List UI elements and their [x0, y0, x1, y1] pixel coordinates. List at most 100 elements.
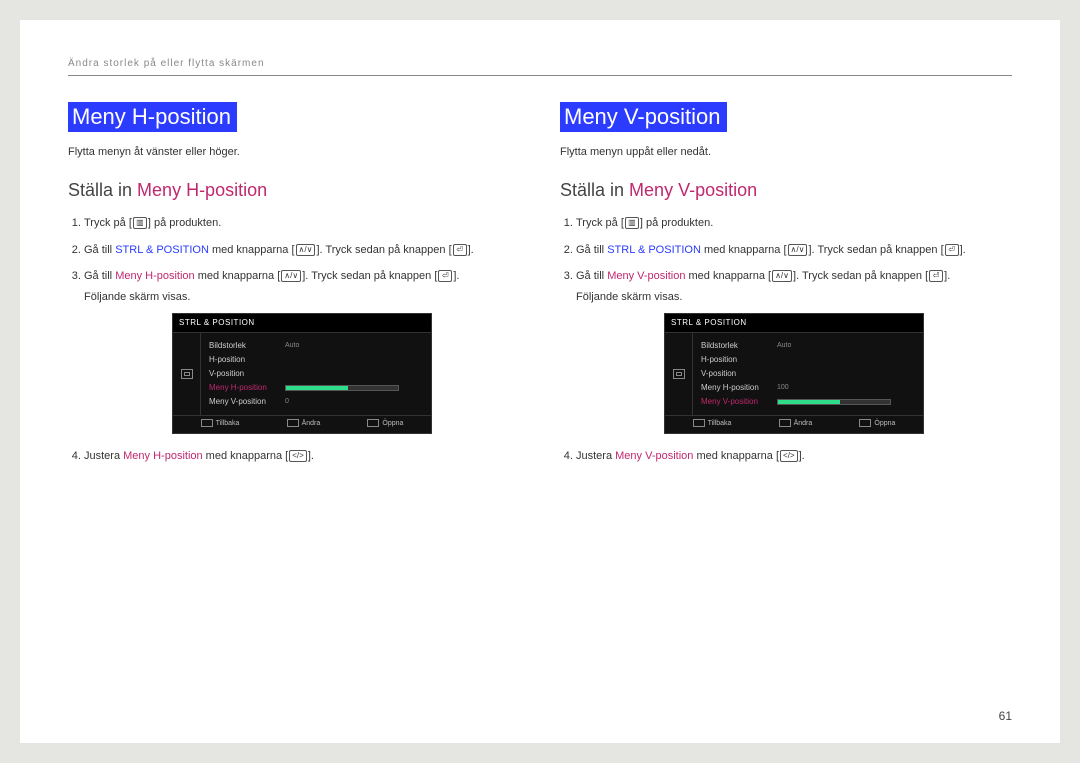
footer-change: Ändra — [779, 419, 813, 430]
footer-open: Öppna — [859, 419, 895, 430]
label: Meny V-position — [701, 396, 771, 408]
enter-icon: ⏎ — [438, 270, 452, 282]
position-icon — [181, 369, 193, 379]
label: H-position — [701, 354, 771, 366]
text: Justera — [84, 450, 123, 462]
section-desc-h: Flytta menyn åt vänster eller höger. — [68, 146, 520, 158]
text: med knapparna [ — [693, 450, 779, 462]
leftright-icon: </> — [780, 450, 798, 462]
updown-icon: ∧/∨ — [788, 244, 808, 256]
divider — [68, 75, 1012, 76]
osd-row-active: Meny H-position — [209, 381, 423, 395]
text: med knapparna [ — [195, 270, 281, 282]
text: ]. Tryck sedan på knappen [ — [793, 270, 928, 282]
slider-track — [777, 399, 891, 405]
step-1: Tryck på [▥] på produkten. — [576, 215, 1012, 232]
osd-row: Meny H-position100 — [701, 381, 915, 395]
subhead-accent: Meny H-position — [137, 180, 267, 200]
footer-change: Ändra — [287, 419, 321, 430]
text: Gå till — [576, 244, 607, 256]
text: ]. Tryck sedan på knappen [ — [302, 270, 437, 282]
text: Gå till — [84, 270, 115, 282]
text: ] på produkten. — [640, 217, 713, 229]
step-2: Gå till STRL & POSITION med knapparna [∧… — [84, 242, 520, 259]
subhead-prefix: Ställa in — [68, 180, 137, 200]
text: med knapparna [ — [685, 270, 771, 282]
text: Följande skärm visas. — [576, 289, 1012, 306]
osd-row: H-position — [701, 353, 915, 367]
value: Auto — [777, 341, 791, 352]
updown-icon: ∧/∨ — [772, 270, 792, 282]
footer-back: Tillbaka — [201, 419, 240, 430]
text: ]. Tryck sedan på knappen [ — [808, 244, 943, 256]
menu-icon: ▥ — [133, 217, 147, 229]
breadcrumb: Ändra storlek på eller flytta skärmen — [68, 58, 1012, 75]
text: ]. — [944, 270, 950, 282]
text: ] på produkten. — [148, 217, 221, 229]
footer-back: Tillbaka — [693, 419, 732, 430]
text: Gå till — [84, 244, 115, 256]
osd-row: Bildstorlek Auto — [701, 339, 915, 353]
text: ]. — [308, 450, 314, 462]
value: 100 — [777, 383, 789, 394]
osd-row: V-position — [209, 367, 423, 381]
text: ]. — [468, 244, 474, 256]
label: Bildstorlek — [701, 340, 771, 352]
updown-icon: ∧/∨ — [281, 270, 301, 282]
osd-row: BildstorlekAuto — [209, 339, 423, 353]
steps-list-v: Tryck på [▥] på produkten. Gå till STRL … — [560, 215, 1012, 464]
text: Gå till — [576, 270, 607, 282]
label: H-position — [209, 354, 279, 366]
osd-row-active: Meny V-position — [701, 395, 915, 409]
text: Följande skärm visas. — [84, 289, 520, 306]
osd-row: Meny V-position0 — [209, 395, 423, 409]
text: Tryck på [ — [84, 217, 132, 229]
osd-row: H-position — [209, 353, 423, 367]
step-4: Justera Meny H-position med knapparna [<… — [84, 448, 520, 465]
osd-screenshot-v: STRL & POSITION Bildstorlek Auto H-positi… — [664, 313, 924, 434]
updown-icon: ∧/∨ — [296, 244, 316, 256]
text: med knapparna [ — [203, 450, 289, 462]
text: Tryck på [ — [576, 217, 624, 229]
highlight: STRL & POSITION — [115, 244, 209, 256]
osd-footer: Tillbaka Ändra Öppna — [173, 415, 431, 433]
manual-page: Ändra storlek på eller flytta skärmen Me… — [20, 20, 1060, 743]
menu-icon: ▥ — [625, 217, 639, 229]
highlight: Meny V-position — [615, 450, 693, 462]
value: 0 — [285, 397, 289, 408]
enter-icon: ⏎ — [929, 270, 943, 282]
text: med knapparna [ — [209, 244, 295, 256]
column-right: Meny V-position Flytta menyn uppåt eller… — [560, 102, 1012, 474]
slider-fill — [778, 400, 840, 404]
enter-icon: ⏎ — [945, 244, 959, 256]
osd-footer: Tillbaka Ändra Öppna — [665, 415, 923, 433]
position-icon — [673, 369, 685, 379]
two-column-layout: Meny H-position Flytta menyn åt vänster … — [68, 102, 1012, 474]
osd-body: Bildstorlek Auto H-position V-position Me… — [665, 333, 923, 415]
step-3: Gå till Meny V-position med knapparna [∧… — [576, 268, 1012, 434]
text: ]. — [453, 270, 459, 282]
section-title-h: Meny H-position — [68, 102, 237, 132]
section-title-v: Meny V-position — [560, 102, 727, 132]
text: ]. — [960, 244, 966, 256]
osd-body: BildstorlekAuto H-position V-position Me… — [173, 333, 431, 415]
subheading-v: Ställa in Meny V-position — [560, 180, 1012, 201]
enter-icon: ⏎ — [453, 244, 467, 256]
value: Auto — [285, 341, 299, 352]
leftright-icon: </> — [289, 450, 307, 462]
steps-list-h: Tryck på [▥] på produkten. Gå till STRL … — [68, 215, 520, 464]
osd-screenshot-h: STRL & POSITION BildstorlekAuto H-positi… — [172, 313, 432, 434]
highlight: Meny H-position — [123, 450, 202, 462]
osd-row: V-position — [701, 367, 915, 381]
text: Justera — [576, 450, 615, 462]
osd-rows: BildstorlekAuto H-position V-position Me… — [201, 333, 431, 415]
text: ]. Tryck sedan på knappen [ — [316, 244, 451, 256]
highlight: STRL & POSITION — [607, 244, 701, 256]
subheading-h: Ställa in Meny H-position — [68, 180, 520, 201]
text: med knapparna [ — [701, 244, 787, 256]
page-number: 61 — [999, 709, 1012, 723]
text: ]. — [799, 450, 805, 462]
step-2: Gå till STRL & POSITION med knapparna [∧… — [576, 242, 1012, 259]
slider-fill — [286, 386, 348, 390]
osd-title: STRL & POSITION — [665, 314, 923, 333]
